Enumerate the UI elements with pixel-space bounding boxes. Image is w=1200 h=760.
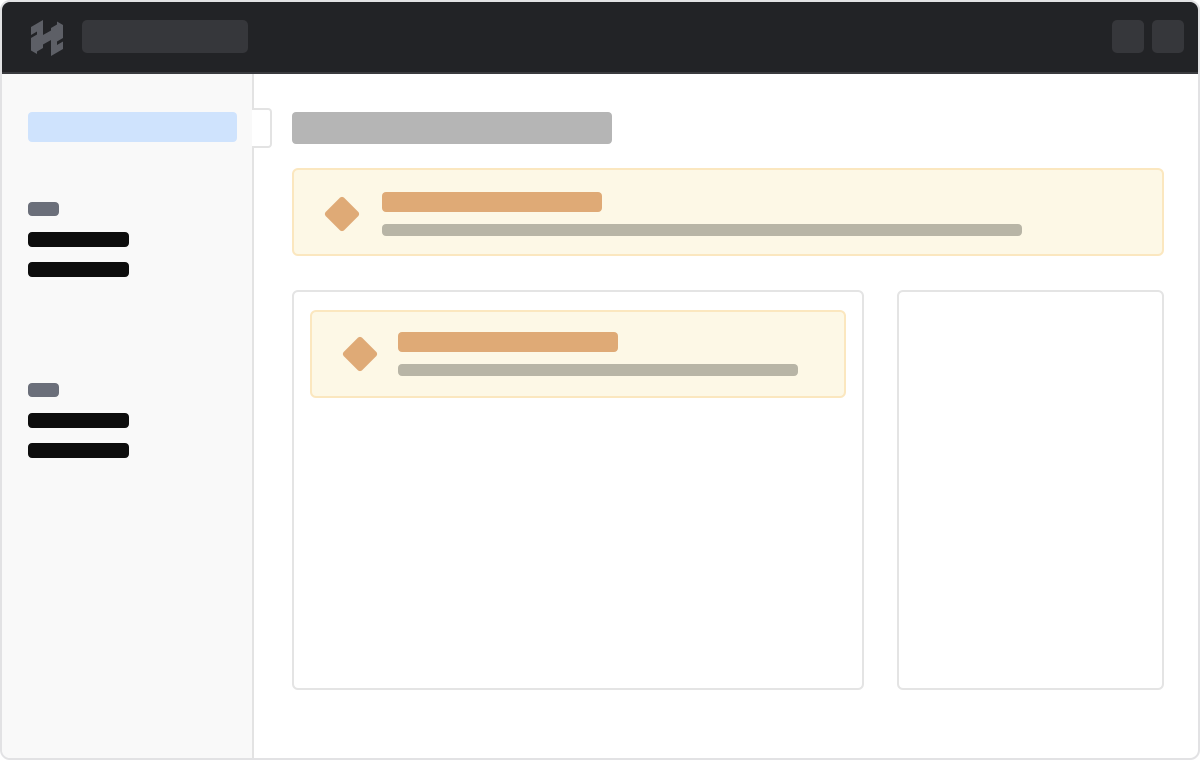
card-alert <box>310 310 846 398</box>
sidebar <box>2 74 254 758</box>
app-window <box>0 0 1200 760</box>
sidebar-active-item[interactable] <box>28 112 237 142</box>
sidebar-item[interactable] <box>28 413 129 428</box>
user-menu-button[interactable] <box>1152 20 1184 53</box>
page-title <box>292 112 612 144</box>
main-card <box>292 290 864 690</box>
alert-description <box>382 224 1022 236</box>
alert-description <box>398 364 798 376</box>
help-button[interactable] <box>1112 20 1144 53</box>
sidebar-item[interactable] <box>28 443 129 458</box>
alert-title <box>382 192 602 212</box>
sidebar-collapse-toggle[interactable] <box>252 108 272 148</box>
page-alert <box>292 168 1164 256</box>
side-card <box>897 290 1164 690</box>
sidebar-item[interactable] <box>28 262 129 277</box>
sidebar-item[interactable] <box>28 232 129 247</box>
hashicorp-logo-icon[interactable] <box>27 17 67 59</box>
alert-title <box>398 332 618 352</box>
sidebar-section-label <box>28 202 59 216</box>
sidebar-section-label <box>28 383 59 397</box>
context-switcher[interactable] <box>82 20 248 53</box>
warning-diamond-icon <box>341 335 379 373</box>
warning-diamond-icon <box>323 195 361 233</box>
top-bar <box>2 2 1198 74</box>
